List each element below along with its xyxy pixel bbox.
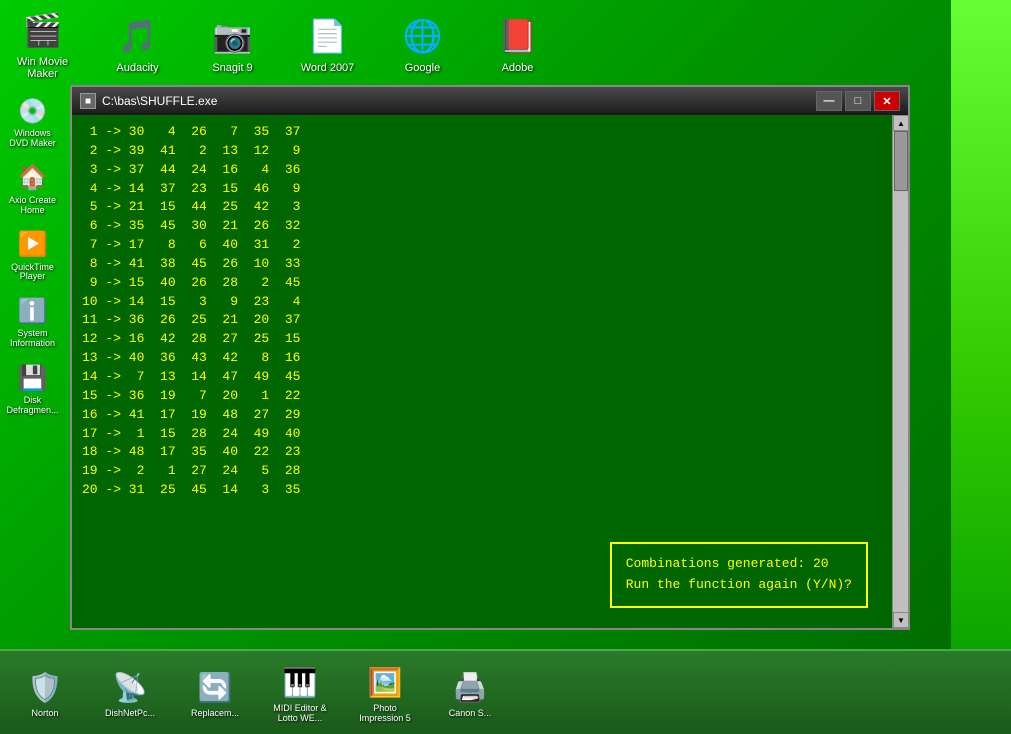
audacity-icon: 🎵 <box>114 12 162 60</box>
dishnetpc-icon: 📡 <box>110 668 150 708</box>
desktop-icon-word2007[interactable]: 📄 Word 2007 <box>290 12 365 74</box>
adobe-icon: 📕 <box>494 12 542 60</box>
taskbar-bottom: 🛡️ Norton 📡 DishNetPc... 🔄 Replacem... 🎹… <box>0 649 1011 734</box>
scrollbar[interactable]: ▲ ▼ <box>892 115 908 628</box>
scrollbar-down-button[interactable]: ▼ <box>893 612 908 628</box>
snagit-icon: 📷 <box>209 12 257 60</box>
taskbar-icon-photo-impression[interactable]: 🖼️ PhotoImpression 5 <box>350 663 420 723</box>
close-button[interactable]: ✕ <box>874 91 900 111</box>
sidebar-icon-system-info[interactable]: ℹ️ SystemInformation <box>5 290 60 352</box>
canon-icon: 🖨️ <box>450 668 490 708</box>
google-icon: 🌐 <box>399 12 447 60</box>
desktop-icon-snagit[interactable]: 📷 Snagit 9 <box>195 12 270 74</box>
scrollbar-thumb[interactable] <box>894 131 908 191</box>
adobe-label: Adobe <box>502 62 534 74</box>
disk-defrag-label: DiskDefragmen... <box>6 396 58 416</box>
audacity-label: Audacity <box>116 62 158 74</box>
quicktime-icon: ▶️ <box>15 227 51 263</box>
replacem-icon: 🔄 <box>195 668 235 708</box>
windows-dvd-maker-label: WindowsDVD Maker <box>9 129 56 149</box>
desktop-icon-adobe[interactable]: 📕 Adobe <box>480 12 555 74</box>
axio-create-home-label: Axio CreateHome <box>9 196 56 216</box>
snagit-label: Snagit 9 <box>212 62 252 74</box>
midi-editor-icon: 🎹 <box>280 663 320 703</box>
sidebar-icon-disk-defrag[interactable]: 💾 DiskDefragmen... <box>5 357 60 419</box>
disk-defrag-icon: 💾 <box>15 360 51 396</box>
win-movie-maker-label: Win Movie Maker <box>5 56 80 80</box>
axio-create-home-icon: 🏠 <box>15 160 51 196</box>
desktop-icon-audacity[interactable]: 🎵 Audacity <box>100 12 175 74</box>
taskbar-icon-replacem[interactable]: 🔄 Replacem... <box>180 668 250 718</box>
console-body: 1 -> 30 4 26 7 35 37 2 -> 39 41 2 13 12 … <box>72 115 908 628</box>
windows-dvd-maker-icon: 💿 <box>15 93 51 129</box>
taskbar-icon-norton[interactable]: 🛡️ Norton <box>10 668 80 718</box>
sidebar-icon-axio-create-home[interactable]: 🏠 Axio CreateHome <box>5 157 60 219</box>
prompt-box: Combinations generated: 20 Run the funct… <box>610 542 868 608</box>
console-window: ■ C:\bas\SHUFFLE.exe — □ ✕ 1 -> 30 4 26 … <box>70 85 910 630</box>
replacem-label: Replacem... <box>191 708 239 718</box>
norton-label: Norton <box>31 708 58 718</box>
desktop-icon-win-movie-maker[interactable]: 🎬 Win Movie Maker <box>5 6 80 80</box>
sidebar-icons: 💿 WindowsDVD Maker 🏠 Axio CreateHome ▶️ … <box>0 85 65 424</box>
win-movie-maker-icon: 🎬 <box>19 6 67 54</box>
dishnetpc-label: DishNetPc... <box>105 708 155 718</box>
minimize-button[interactable]: — <box>816 91 842 111</box>
maximize-button[interactable]: □ <box>845 91 871 111</box>
google-label: Google <box>405 62 440 74</box>
desktop-icons-top: 🎬 Win Movie Maker 🎵 Audacity 📷 Snagit 9 … <box>0 0 951 85</box>
canon-label: Canon S... <box>449 708 492 718</box>
photo-impression-label: PhotoImpression 5 <box>359 703 411 723</box>
norton-icon: 🛡️ <box>25 668 65 708</box>
word2007-label: Word 2007 <box>301 62 355 74</box>
word2007-icon: 📄 <box>304 12 352 60</box>
console-output: 1 -> 30 4 26 7 35 37 2 -> 39 41 2 13 12 … <box>72 115 908 508</box>
sidebar-icon-windows-dvd-maker[interactable]: 💿 WindowsDVD Maker <box>5 90 60 152</box>
taskbar-icon-dishnetpc[interactable]: 📡 DishNetPc... <box>95 668 165 718</box>
console-titlebar: ■ C:\bas\SHUFFLE.exe — □ ✕ <box>72 87 908 115</box>
prompt-line1: Combinations generated: 20 <box>626 554 852 575</box>
taskbar-icon-midi-editor[interactable]: 🎹 MIDI Editor &Lotto WE... <box>265 663 335 723</box>
titlebar-buttons: — □ ✕ <box>816 91 900 111</box>
bg-decoration <box>951 0 1011 734</box>
taskbar-icon-canon[interactable]: 🖨️ Canon S... <box>435 668 505 718</box>
quicktime-label: QuickTimePlayer <box>11 263 54 283</box>
prompt-line2: Run the function again (Y/N)? <box>626 575 852 596</box>
console-title: C:\bas\SHUFFLE.exe <box>102 94 810 108</box>
console-window-icon: ■ <box>80 93 96 109</box>
midi-editor-label: MIDI Editor &Lotto WE... <box>273 703 327 723</box>
sidebar-icon-quicktime[interactable]: ▶️ QuickTimePlayer <box>5 224 60 286</box>
desktop-icon-google[interactable]: 🌐 Google <box>385 12 460 74</box>
photo-impression-icon: 🖼️ <box>365 663 405 703</box>
scrollbar-up-button[interactable]: ▲ <box>893 115 908 131</box>
system-info-icon: ℹ️ <box>15 293 51 329</box>
system-info-label: SystemInformation <box>10 329 55 349</box>
